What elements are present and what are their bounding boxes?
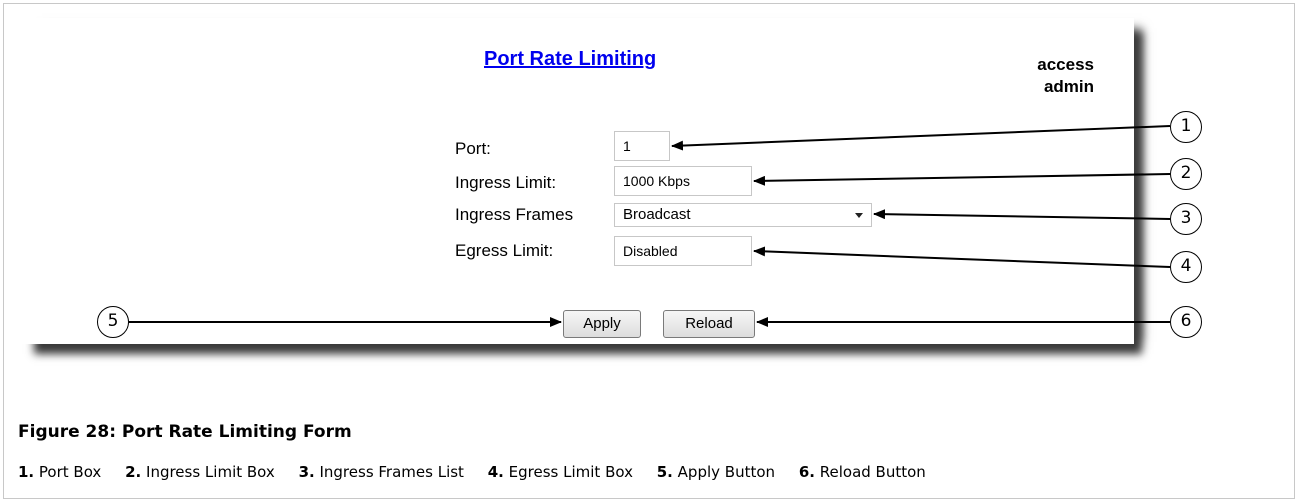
callout-4-arrow (753, 246, 1171, 268)
figure-legend: 1. Port Box 2. Ingress Limit Box 3. Ingr… (18, 463, 945, 481)
callout-1-arrow (671, 125, 1171, 151)
legend-item: 1. Port Box (18, 463, 102, 481)
callout-3: 3 (1170, 203, 1202, 235)
callout-3-arrow (873, 209, 1171, 220)
legend-item: 3. Ingress Frames List (298, 463, 464, 481)
callout-1: 1 (1170, 111, 1202, 143)
callout-4: 4 (1170, 251, 1202, 283)
legend-item: 4. Egress Limit Box (487, 463, 633, 481)
legend-item: 2. Ingress Limit Box (125, 463, 275, 481)
legend-item: 6. Reload Button (798, 463, 926, 481)
callout-5: 5 (97, 306, 129, 338)
figure-title: Figure 28: Port Rate Limiting Form (18, 422, 352, 442)
callout-2: 2 (1170, 158, 1202, 190)
callout-6: 6 (1170, 306, 1202, 338)
callout-2-arrow (753, 173, 1171, 186)
legend-item: 5. Apply Button (656, 463, 776, 481)
